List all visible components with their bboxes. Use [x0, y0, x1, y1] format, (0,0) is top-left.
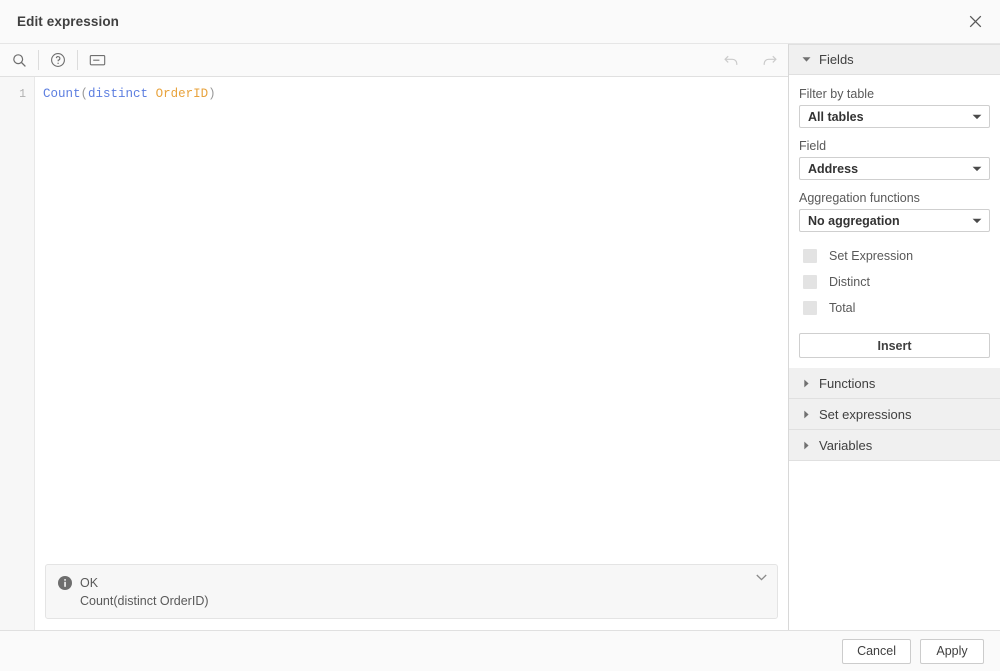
fields-panel: Filter by table All tables Field Address…	[789, 75, 1000, 368]
dialog-body: 1 Count(distinct OrderID) OK Count(disti…	[0, 44, 1000, 630]
toolbar-left-group	[0, 44, 116, 76]
dialog-footer: Cancel Apply	[0, 630, 1000, 671]
sidebar-section-set-expressions[interactable]: Set expressions	[789, 399, 1000, 430]
chevron-right-icon	[798, 441, 814, 450]
aggregation-functions-select[interactable]: No aggregation	[799, 209, 990, 232]
line-number-gutter: 1	[0, 77, 35, 630]
comment-icon[interactable]	[78, 44, 116, 76]
chevron-down-icon[interactable]	[756, 574, 767, 581]
undo-arrow-icon[interactable]	[712, 44, 750, 76]
sidebar-section-variables[interactable]: Variables	[789, 430, 1000, 461]
sidebar-section-label: Set expressions	[819, 406, 912, 422]
sidebar-section-label: Variables	[819, 437, 873, 453]
sidebar-section-fields[interactable]: Fields	[789, 44, 1000, 75]
sidebar-section-label: Functions	[819, 375, 876, 391]
checkbox-box	[803, 275, 817, 289]
checkbox-set-expression[interactable]: Set Expression	[803, 243, 990, 269]
expression-sidebar: Fields Filter by table All tables Field …	[789, 44, 1000, 630]
chevron-right-icon	[798, 410, 814, 419]
checkbox-box	[803, 301, 817, 315]
code-editor-area[interactable]: 1 Count(distinct OrderID) OK Count(disti…	[0, 77, 788, 630]
help-circle-icon[interactable]	[39, 44, 77, 76]
status-expression-preview: Count(distinct OrderID)	[80, 594, 209, 608]
field-value: Address	[808, 161, 859, 176]
checkbox-label: Total	[829, 301, 856, 315]
chevron-down-icon	[972, 217, 982, 224]
filter-by-table-value: All tables	[808, 109, 864, 124]
filter-by-table-select[interactable]: All tables	[799, 105, 990, 128]
info-icon	[58, 575, 72, 590]
expression-editor-pane: 1 Count(distinct OrderID) OK Count(disti…	[0, 44, 789, 630]
chevron-down-icon	[972, 165, 982, 172]
field-select[interactable]: Address	[799, 157, 990, 180]
field-label: Field	[799, 139, 827, 153]
checkbox-distinct[interactable]: Distinct	[803, 269, 990, 295]
sidebar-empty-space	[789, 461, 1000, 630]
sidebar-section-functions[interactable]: Functions	[789, 368, 1000, 399]
token-function: Count	[43, 87, 81, 101]
expression-code-text[interactable]: Count(distinct OrderID)	[35, 77, 788, 630]
chevron-down-icon	[798, 56, 814, 63]
edit-expression-dialog: Edit expression 1 Count(distinct OrderID…	[0, 0, 1000, 671]
token-paren-open: (	[80, 87, 89, 101]
cancel-button[interactable]: Cancel	[842, 638, 911, 664]
redo-arrow-icon[interactable]	[750, 44, 788, 76]
validation-status-line: OK	[58, 574, 765, 591]
page-title: Edit expression	[17, 14, 120, 29]
checkbox-label: Distinct	[829, 275, 870, 289]
insert-button[interactable]: Insert	[799, 333, 990, 358]
line-number: 1	[19, 88, 26, 101]
token-keyword: distinct	[88, 87, 149, 101]
aggregation-functions-label: Aggregation functions	[799, 191, 920, 205]
validation-status-box: OK Count(distinct OrderID)	[45, 564, 778, 619]
close-icon[interactable]	[958, 5, 992, 39]
checkbox-total[interactable]: Total	[803, 295, 990, 321]
status-badge: OK	[80, 575, 99, 590]
token-field: OrderID	[155, 87, 209, 101]
filter-by-table-label: Filter by table	[799, 87, 875, 101]
checkbox-box	[803, 249, 817, 263]
sidebar-section-label: Fields	[819, 52, 854, 67]
apply-button[interactable]: Apply	[920, 638, 984, 664]
editor-toolbar	[0, 44, 788, 77]
dialog-titlebar: Edit expression	[0, 0, 1000, 44]
aggregation-functions-value: No aggregation	[808, 213, 900, 228]
validation-status-wrapper: OK Count(distinct OrderID)	[45, 564, 778, 619]
chevron-right-icon	[798, 379, 814, 388]
checkbox-label: Set Expression	[829, 249, 914, 263]
search-icon[interactable]	[0, 44, 38, 76]
token-paren-close: )	[208, 87, 216, 101]
chevron-down-icon	[972, 113, 982, 120]
